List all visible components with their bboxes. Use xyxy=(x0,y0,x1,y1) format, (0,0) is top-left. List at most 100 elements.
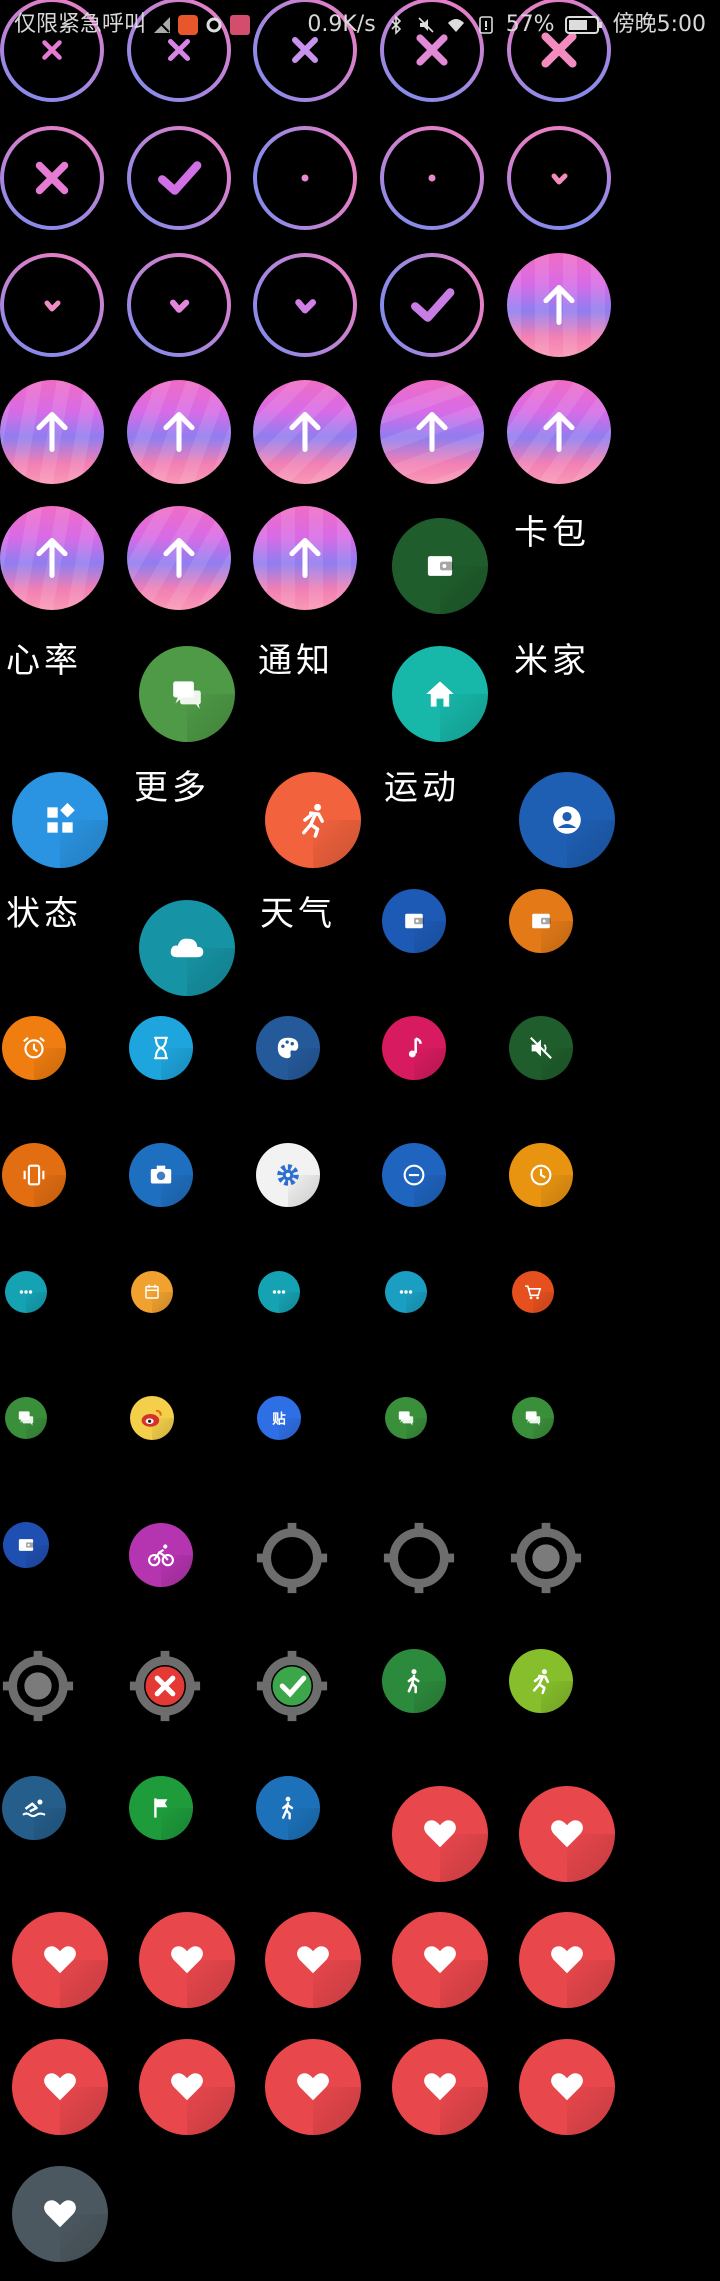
wallet-button[interactable] xyxy=(392,518,488,614)
heart-icon xyxy=(171,2073,203,2101)
more-icon xyxy=(19,1290,33,1294)
heart-icon xyxy=(297,2073,329,2101)
upload-button[interactable] xyxy=(0,380,104,484)
dnd-button[interactable] xyxy=(382,1143,446,1207)
target-ok-button[interactable] xyxy=(253,1647,331,1725)
chat-small-button[interactable] xyxy=(512,1397,554,1439)
upload-button[interactable] xyxy=(127,380,231,484)
heart-disabled-button[interactable] xyxy=(12,2166,108,2262)
camera-button[interactable] xyxy=(129,1143,193,1207)
heart-icon xyxy=(551,2073,583,2101)
music-button[interactable] xyxy=(382,1016,446,1080)
wallet-small-button[interactable] xyxy=(382,889,446,953)
heart-button[interactable] xyxy=(519,2039,615,2135)
status-bar: 仅限紧急呼叫 0.9K/s 57% 傍晚5:00 xyxy=(0,0,720,50)
cart-icon xyxy=(525,1285,542,1300)
arrow-up-icon xyxy=(543,412,575,452)
heart-button[interactable] xyxy=(392,2039,488,2135)
dot-ring xyxy=(551,173,568,185)
run-button[interactable] xyxy=(509,1649,573,1713)
battery-icon xyxy=(564,16,602,34)
upload-button[interactable] xyxy=(0,506,104,610)
target-fail-button[interactable] xyxy=(126,1647,204,1725)
target-button[interactable] xyxy=(380,1519,458,1597)
check-ring xyxy=(411,288,455,322)
bluetooth-icon xyxy=(391,15,401,35)
alarm-button[interactable] xyxy=(2,1016,66,1080)
arrow-up-icon xyxy=(543,285,575,325)
bike-button[interactable] xyxy=(129,1523,193,1587)
heart-button[interactable] xyxy=(265,1912,361,2008)
dot-ring-button[interactable] xyxy=(507,126,611,230)
heart-button[interactable] xyxy=(12,1912,108,2008)
heart-button[interactable] xyxy=(392,1786,488,1882)
heart-icon xyxy=(551,1946,583,1974)
heart-button[interactable] xyxy=(139,1912,235,2008)
cart-button[interactable] xyxy=(512,1271,554,1313)
chat-small-button[interactable] xyxy=(385,1397,427,1439)
upload-button[interactable] xyxy=(507,253,611,357)
check-ring-button[interactable] xyxy=(380,253,484,357)
label-more: 更多 xyxy=(134,768,210,808)
heart-button[interactable] xyxy=(519,1912,615,2008)
tick-ring-button[interactable] xyxy=(127,253,231,357)
target-icon xyxy=(256,1522,328,1594)
swim-button[interactable] xyxy=(2,1776,66,1840)
wallet-tiny-button[interactable] xyxy=(3,1522,49,1568)
timer-button[interactable] xyxy=(129,1016,193,1080)
more-small-button[interactable] xyxy=(258,1271,300,1313)
target-button[interactable] xyxy=(253,1519,331,1597)
calendar-button[interactable] xyxy=(131,1271,173,1313)
clock-button[interactable] xyxy=(509,1143,573,1207)
label-heart: 心率 xyxy=(6,641,82,681)
weather-button[interactable] xyxy=(139,900,235,996)
walk-button[interactable] xyxy=(382,1649,446,1713)
upload-button[interactable] xyxy=(127,506,231,610)
upload-button[interactable] xyxy=(253,380,357,484)
vibrate-button[interactable] xyxy=(2,1143,66,1207)
mute-button[interactable] xyxy=(509,1016,573,1080)
chat-small-button[interactable] xyxy=(5,1397,47,1439)
more-icon xyxy=(272,1290,286,1294)
heart-button[interactable] xyxy=(265,2039,361,2135)
close-ring-button[interactable] xyxy=(0,126,104,230)
heart-button[interactable] xyxy=(519,1786,615,1882)
more-button[interactable] xyxy=(12,772,108,868)
upload-button[interactable] xyxy=(380,380,484,484)
tieba-button[interactable]: 贴 xyxy=(257,1396,301,1440)
heart-button[interactable] xyxy=(12,2039,108,2135)
target-button[interactable] xyxy=(507,1519,585,1597)
chat-button[interactable] xyxy=(139,646,235,742)
dot-ring-button[interactable] xyxy=(253,126,357,230)
more-small-button[interactable] xyxy=(5,1271,47,1313)
dot-ring-button[interactable] xyxy=(380,126,484,230)
upload-button[interactable] xyxy=(507,380,611,484)
image-notification-icon xyxy=(230,15,251,35)
theme-button[interactable] xyxy=(256,1016,320,1080)
check-ring-button[interactable] xyxy=(127,126,231,230)
settings-button[interactable] xyxy=(256,1143,320,1207)
heart-icon xyxy=(551,1820,583,1848)
flag-icon xyxy=(154,1798,168,1818)
arrow-up-icon xyxy=(36,538,68,578)
home-button[interactable] xyxy=(392,646,488,742)
wallet-small-button[interactable] xyxy=(509,889,573,953)
heart-button[interactable] xyxy=(139,2039,235,2135)
target-button[interactable] xyxy=(0,1647,77,1725)
label-sport: 运动 xyxy=(384,768,460,808)
wallet-icon xyxy=(427,556,454,576)
heart-icon xyxy=(44,1946,76,1974)
weibo-button[interactable] xyxy=(130,1396,174,1440)
flag-button[interactable] xyxy=(129,1776,193,1840)
heart-button[interactable] xyxy=(392,1912,488,2008)
walk-blue-button[interactable] xyxy=(256,1776,320,1840)
upload-button[interactable] xyxy=(253,506,357,610)
tick-ring-button[interactable] xyxy=(0,253,104,357)
status-button[interactable] xyxy=(519,772,615,868)
sport-button[interactable] xyxy=(265,772,361,868)
arrow-up-icon xyxy=(163,412,195,452)
tick-ring-button[interactable] xyxy=(253,253,357,357)
more-small-button[interactable] xyxy=(385,1271,427,1313)
wallet-icon xyxy=(532,913,551,929)
hourglass-icon xyxy=(154,1036,168,1060)
